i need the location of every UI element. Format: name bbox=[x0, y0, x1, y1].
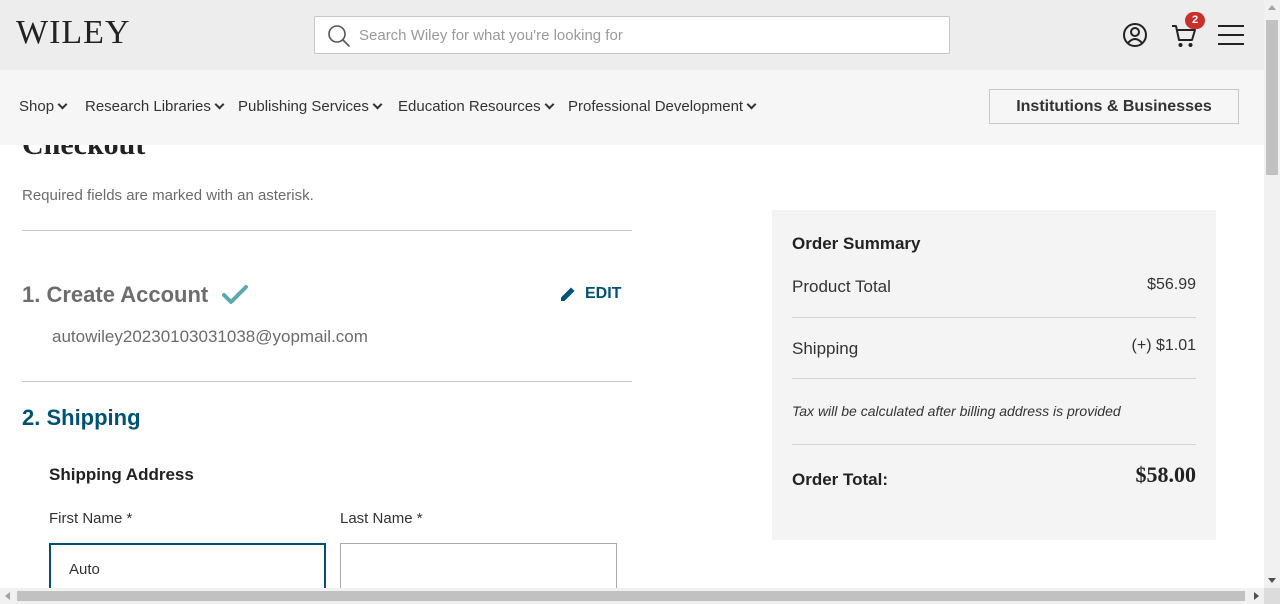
scroll-left-arrow-icon[interactable] bbox=[5, 592, 10, 600]
nav-label: Shop bbox=[19, 98, 55, 115]
first-name-field[interactable] bbox=[49, 543, 326, 588]
nav-professional-development[interactable]: Professional Development bbox=[568, 98, 757, 115]
shipping-label: Shipping bbox=[792, 339, 859, 358]
horizontal-scroll-thumb[interactable] bbox=[17, 591, 1245, 601]
step-create-account-title: 1. Create Account bbox=[22, 282, 209, 307]
horizontal-scrollbar[interactable] bbox=[0, 588, 1264, 604]
search-bar[interactable] bbox=[314, 16, 950, 54]
scroll-down-arrow-icon[interactable] bbox=[1268, 578, 1276, 583]
nav-research-libraries[interactable]: Research Libraries bbox=[85, 98, 225, 115]
account-email: autowiley20230103031038@yopmail.com bbox=[52, 327, 368, 346]
main-nav: Shop Research Libraries Publishing Servi… bbox=[0, 70, 1264, 145]
account-icon[interactable] bbox=[1120, 20, 1152, 52]
first-name-label: First Name * bbox=[49, 510, 133, 527]
nav-shop[interactable]: Shop bbox=[19, 98, 68, 115]
pencil-icon bbox=[561, 287, 575, 301]
summary-divider bbox=[792, 444, 1196, 445]
order-total-label: Order Total: bbox=[792, 470, 889, 489]
menu-icon[interactable] bbox=[1216, 20, 1248, 52]
nav-label: Publishing Services bbox=[238, 98, 369, 115]
scroll-right-arrow-icon[interactable] bbox=[1254, 592, 1259, 600]
summary-divider bbox=[792, 317, 1196, 318]
scroll-up-arrow-icon[interactable] bbox=[1268, 5, 1276, 10]
chevron-down-icon bbox=[746, 99, 757, 110]
edit-label: EDIT bbox=[585, 285, 622, 302]
divider bbox=[22, 381, 632, 382]
last-name-label: Last Name * bbox=[340, 510, 423, 527]
edit-account-button[interactable]: EDIT bbox=[559, 285, 621, 303]
search-icon[interactable] bbox=[327, 24, 351, 48]
nav-label: Research Libraries bbox=[85, 98, 211, 115]
wiley-logo[interactable]: WILEY bbox=[16, 14, 131, 52]
divider bbox=[22, 230, 632, 231]
order-summary-panel: Order Summary Product Total $56.99 Shipp… bbox=[772, 210, 1216, 540]
step-shipping-title: 2. Shipping bbox=[22, 405, 141, 430]
chevron-down-icon bbox=[214, 99, 225, 110]
nav-publishing-services[interactable]: Publishing Services bbox=[238, 98, 383, 115]
order-summary-title: Order Summary bbox=[792, 234, 921, 253]
nav-label: Education Resources bbox=[398, 98, 541, 115]
shipping-address-heading: Shipping Address bbox=[49, 465, 194, 484]
required-fields-note: Required fields are marked with an aster… bbox=[22, 187, 314, 204]
chevron-down-icon bbox=[372, 99, 383, 110]
tax-note: Tax will be calculated after billing add… bbox=[792, 403, 1121, 419]
site-header: WILEY 2 bbox=[0, 0, 1264, 70]
institutions-businesses-button[interactable]: Institutions & Businesses bbox=[989, 89, 1239, 124]
nav-label: Professional Development bbox=[568, 98, 744, 115]
chevron-down-icon bbox=[57, 99, 68, 110]
vertical-scroll-thumb[interactable] bbox=[1266, 20, 1278, 175]
vertical-scrollbar[interactable] bbox=[1264, 0, 1280, 588]
last-name-field[interactable] bbox=[340, 543, 617, 588]
cart-count-badge: 2 bbox=[1185, 12, 1205, 29]
scrollbar-corner bbox=[1264, 588, 1280, 604]
browser-viewport: WILEY 2 bbox=[0, 0, 1264, 588]
product-total-value: $56.99 bbox=[1147, 276, 1196, 293]
checkmark-icon bbox=[222, 285, 248, 304]
chevron-down-icon bbox=[544, 99, 555, 110]
summary-divider bbox=[792, 378, 1196, 379]
nav-education-resources[interactable]: Education Resources bbox=[398, 98, 555, 115]
product-total-label: Product Total bbox=[792, 277, 891, 296]
order-total-value: $58.00 bbox=[1135, 462, 1197, 487]
search-input[interactable] bbox=[359, 17, 939, 53]
shipping-value: (+) $1.01 bbox=[1131, 337, 1196, 354]
